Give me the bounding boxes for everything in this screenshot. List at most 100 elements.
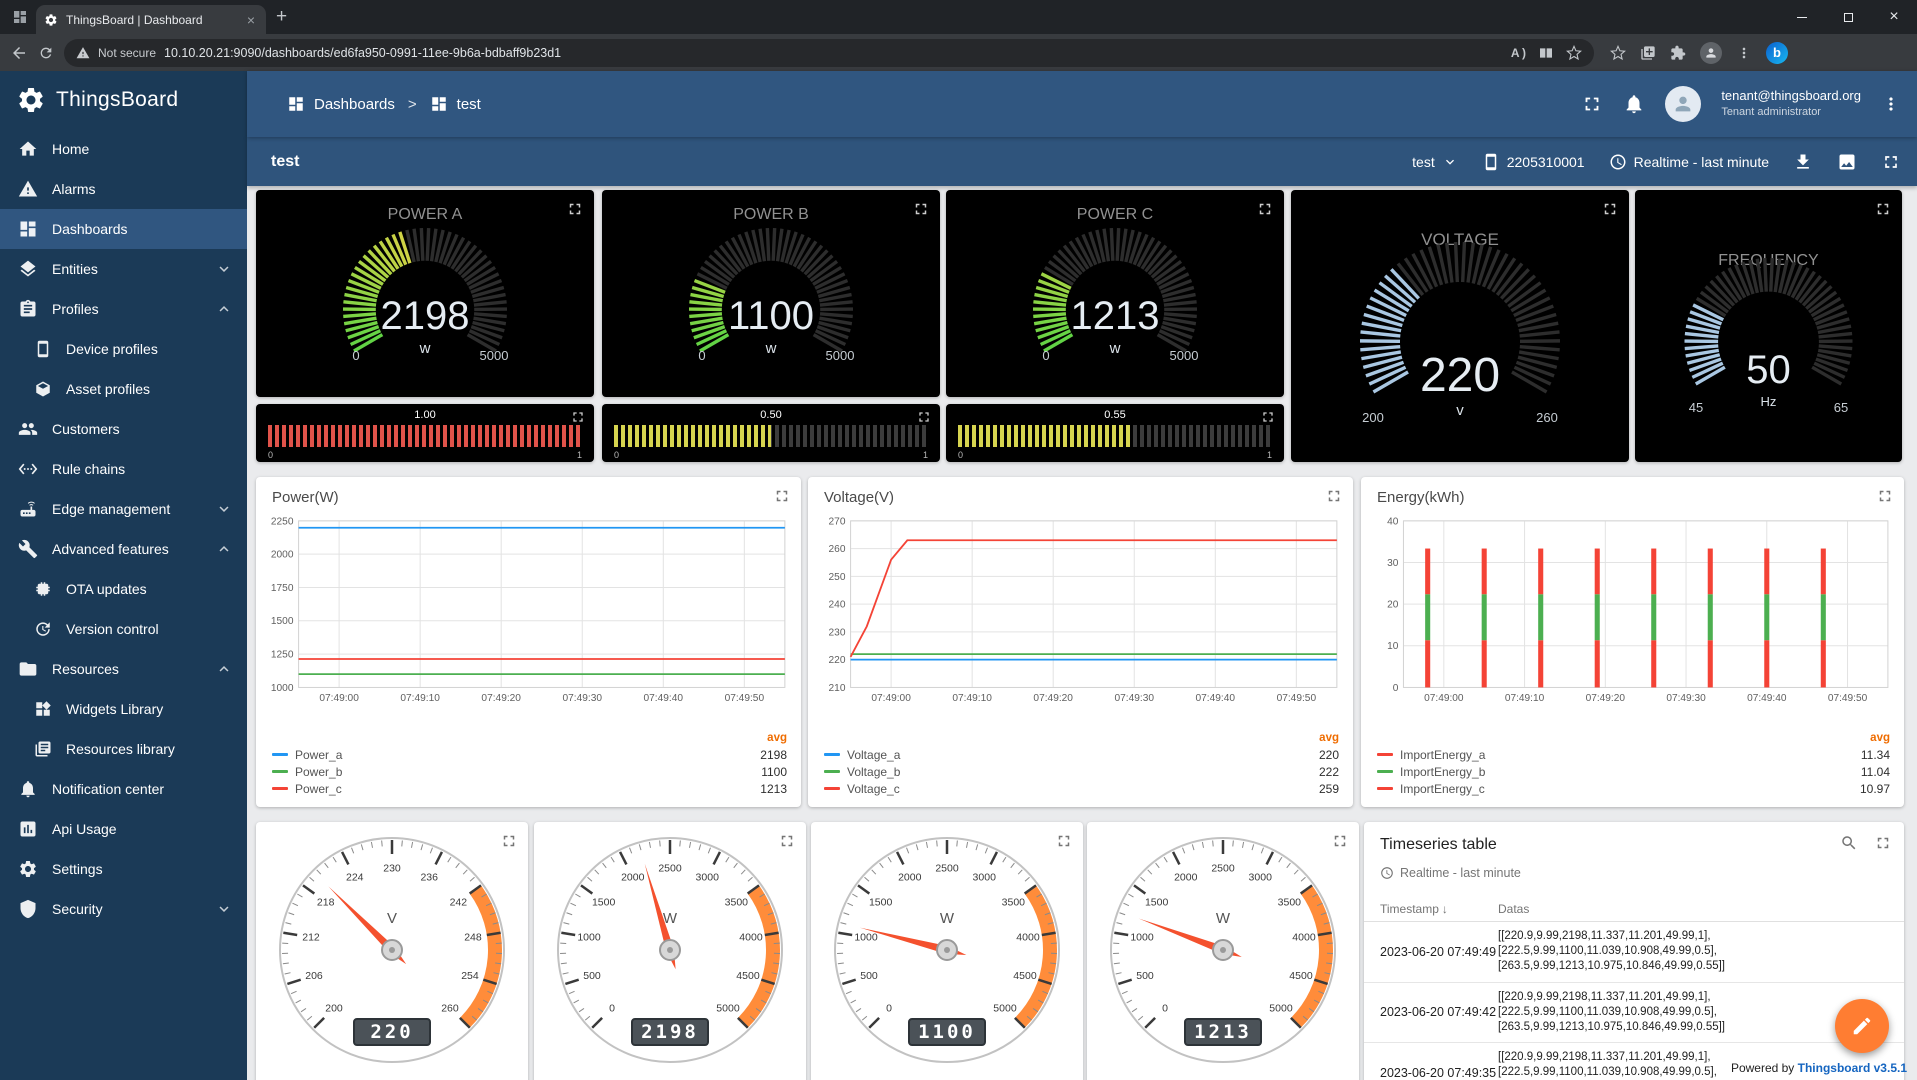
sidebar-item-resources-library[interactable]: Resources library: [0, 729, 247, 769]
gauge-unit: W: [534, 910, 806, 927]
powered-by: Powered by Thingsboard v3.5.1: [1731, 1061, 1907, 1075]
sidebar-item-version-control[interactable]: Version control: [0, 609, 247, 649]
sidebar-item-profiles[interactable]: Profiles: [0, 289, 247, 329]
sidebar-item-notification-center[interactable]: Notification center: [0, 769, 247, 809]
fullscreen-icon[interactable]: [778, 832, 796, 850]
entity-select[interactable]: test: [1412, 154, 1458, 170]
refresh-icon[interactable]: [38, 45, 54, 61]
fullscreen-icon[interactable]: [1055, 832, 1073, 850]
fullscreen-icon[interactable]: [916, 409, 932, 425]
sidebar-item-dashboards[interactable]: Dashboards: [0, 209, 247, 249]
user-avatar[interactable]: [1665, 86, 1701, 122]
fullscreen-icon[interactable]: [1601, 200, 1619, 218]
edit-dashboard-fab[interactable]: [1835, 999, 1889, 1053]
notifications-bell-icon[interactable]: [1623, 93, 1645, 115]
tab-actions-icon[interactable]: [12, 9, 28, 25]
tab-close-icon[interactable]: ×: [244, 13, 258, 27]
sidebar-item-home[interactable]: Home: [0, 129, 247, 169]
sidebar-item-asset-profiles[interactable]: Asset profiles: [0, 369, 247, 409]
fullscreen-icon[interactable]: [1256, 200, 1274, 218]
export-download-icon[interactable]: [1793, 152, 1813, 172]
new-tab-button[interactable]: +: [276, 6, 287, 28]
svg-text:07:49:50: 07:49:50: [1277, 693, 1317, 704]
collections-icon[interactable]: [1640, 45, 1656, 61]
column-timestamp[interactable]: Timestamp: [1380, 902, 1439, 916]
gauge-unit: v: [1291, 402, 1629, 419]
user-info[interactable]: tenant@thingsboard.org Tenant administra…: [1721, 88, 1861, 119]
sidebar-item-settings[interactable]: Settings: [0, 849, 247, 889]
fullscreen-icon[interactable]: [912, 200, 930, 218]
sidebar-item-ota-updates[interactable]: OTA updates: [0, 569, 247, 609]
legend-item: Voltage_a220: [824, 746, 1339, 763]
series-name: Voltage_b: [847, 765, 900, 779]
window-maximize-button[interactable]: [1825, 0, 1871, 34]
breadcrumb-current[interactable]: test: [457, 96, 481, 113]
read-aloud-icon[interactable]: A ): [1511, 46, 1526, 60]
sidebar-item-alarms[interactable]: Alarms: [0, 169, 247, 209]
favorites-icon[interactable]: [1610, 45, 1626, 61]
fullscreen-icon[interactable]: [1881, 152, 1901, 172]
sort-desc-icon[interactable]: ↓: [1442, 902, 1448, 916]
favorite-star-icon[interactable]: [1566, 45, 1582, 61]
logo-text: ThingsBoard: [56, 88, 178, 112]
address-bar[interactable]: Not secure 10.10.20.21:9090/dashboards/e…: [64, 39, 1594, 67]
search-icon[interactable]: [1840, 834, 1858, 852]
window-minimize-button[interactable]: [1779, 0, 1825, 34]
fullscreen-icon[interactable]: [1874, 834, 1892, 852]
browser-tab[interactable]: ThingsBoard | Dashboard ×: [36, 5, 266, 34]
browser-menu-icon[interactable]: [1736, 45, 1752, 61]
svg-text:2000: 2000: [898, 871, 922, 883]
table-timewindow[interactable]: Realtime - last minute: [1380, 866, 1521, 880]
series-swatch: [1377, 787, 1393, 790]
back-icon[interactable]: [10, 44, 28, 62]
legend-item: Voltage_b222: [824, 763, 1339, 780]
column-datas[interactable]: Datas: [1498, 902, 1529, 916]
fullscreen-icon[interactable]: [1325, 487, 1343, 505]
chevron-down-icon: [1442, 154, 1458, 170]
svg-text:500: 500: [583, 970, 601, 982]
window-close-button[interactable]: ×: [1871, 0, 1917, 34]
gauge-value: 220: [1291, 348, 1629, 403]
svg-text:4000: 4000: [1292, 932, 1316, 944]
sidebar-item-resources[interactable]: Resources: [0, 649, 247, 689]
fullscreen-icon[interactable]: [1581, 93, 1603, 115]
gauge-max: 5000: [464, 348, 524, 363]
sidebar-item-customers[interactable]: Customers: [0, 409, 247, 449]
bing-icon[interactable]: b: [1766, 42, 1788, 64]
sidebar-item-device-profiles[interactable]: Device profiles: [0, 329, 247, 369]
maximize-icon: [1844, 13, 1853, 22]
fullscreen-icon[interactable]: [1260, 409, 1276, 425]
fullscreen-icon[interactable]: [1331, 832, 1349, 850]
fullscreen-icon[interactable]: [566, 200, 584, 218]
legend-item: Power_a2198: [272, 746, 787, 763]
fullscreen-icon[interactable]: [773, 487, 791, 505]
kebab-menu-icon[interactable]: [1881, 94, 1901, 114]
layers-icon: [18, 259, 38, 279]
gauge-value: 1213: [946, 294, 1284, 339]
device-filter[interactable]: 2205310001: [1482, 153, 1585, 171]
sidebar-item-entities[interactable]: Entities: [0, 249, 247, 289]
breadcrumb-dashboards[interactable]: Dashboards: [314, 96, 395, 113]
svg-text:2500: 2500: [658, 863, 682, 875]
sidebar-item-api-usage[interactable]: Api Usage: [0, 809, 247, 849]
browser-profile-avatar[interactable]: [1700, 42, 1722, 64]
fullscreen-icon[interactable]: [570, 409, 586, 425]
cell-timestamp: 2023-06-20 07:49:35: [1380, 1050, 1498, 1080]
svg-text:254: 254: [461, 970, 479, 982]
sidebar-item-edge-management[interactable]: Edge management: [0, 489, 247, 529]
thingsboard-logo[interactable]: ThingsBoard: [0, 71, 247, 129]
timewindow-button[interactable]: Realtime - last minute: [1609, 153, 1769, 171]
fullscreen-icon[interactable]: [1876, 487, 1894, 505]
series-name: Voltage_a: [847, 748, 900, 762]
sidebar-item-advanced-features[interactable]: Advanced features: [0, 529, 247, 569]
fullscreen-icon[interactable]: [500, 832, 518, 850]
sidebar-item-rule-chains[interactable]: Rule chains: [0, 449, 247, 489]
image-gallery-icon[interactable]: [1837, 152, 1857, 172]
sidebar-item-widgets-library[interactable]: Widgets Library: [0, 689, 247, 729]
extensions-icon[interactable]: [1670, 45, 1686, 61]
powered-by-link[interactable]: Thingsboard v3.5.1: [1798, 1061, 1907, 1075]
data-line: [263.5,9.99,1213,10.975,10.846,49.99,0.5…: [1498, 959, 1888, 974]
fullscreen-icon[interactable]: [1874, 200, 1892, 218]
split-screen-icon[interactable]: [1538, 45, 1554, 61]
sidebar-item-security[interactable]: Security: [0, 889, 247, 929]
